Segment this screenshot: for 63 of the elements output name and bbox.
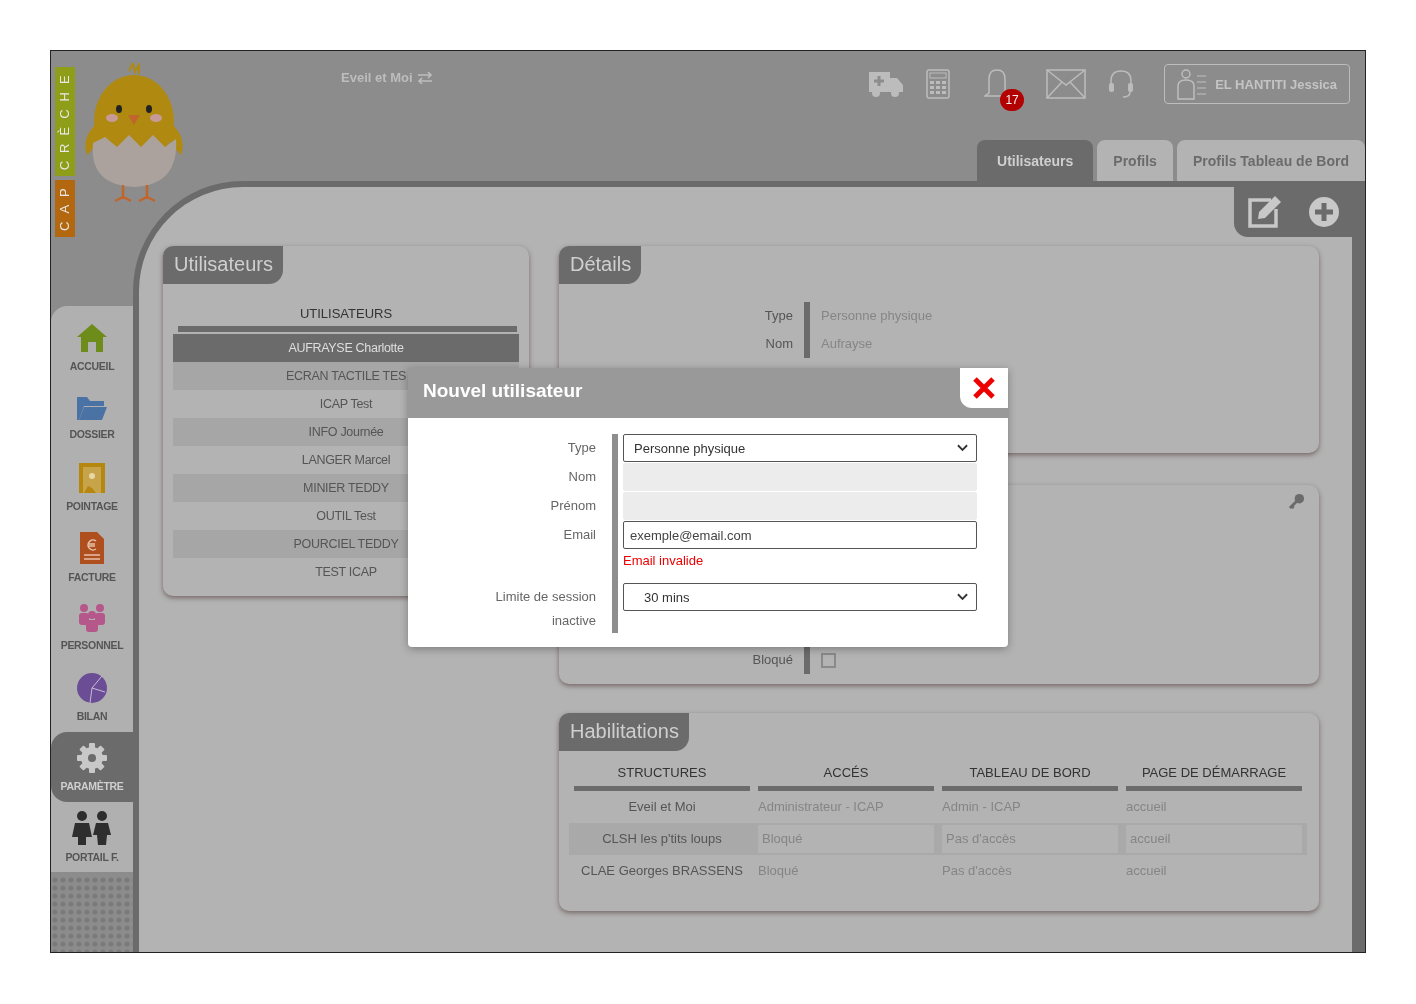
settings-icon [76,742,108,774]
pie-chart-icon [76,672,108,704]
select-field[interactable]: 30 mins [623,583,977,611]
user-icon [1175,68,1208,100]
nav-item[interactable]: PARAMÈTRE [51,732,133,802]
blocked-checkbox[interactable] [821,653,836,669]
user-button[interactable]: EL HANTITI Jessica [1164,64,1350,104]
chevron-icon [957,593,968,601]
error-message: Email invalide [623,553,705,568]
invoice-icon [79,531,105,565]
user-row[interactable]: AUFRAYSE Charlotte [173,334,519,362]
notification-badge: 17 [1000,89,1025,111]
separator-bar [804,646,810,674]
column-header: PAGE DE DÉMARRAGE [1126,765,1302,791]
scrollbar[interactable] [1352,187,1365,952]
nav-item[interactable]: PORTAIL F. [51,802,133,872]
field-label: Type [567,439,596,457]
tab[interactable]: Profils Tableau de Bord [1176,140,1365,181]
table-cell-text: CLSH les p'tits loups [601,830,723,848]
doorway-icon [78,462,106,494]
field-label: Email [563,526,596,544]
house-icon [76,322,108,354]
field-label: Nom [764,335,793,353]
children-icon [71,811,113,845]
select-field[interactable]: Personne physique [623,434,977,462]
field-label: Type [763,307,793,325]
swap-icon [416,71,433,84]
field-label: Bloqué [751,651,793,669]
envelope-icon[interactable] [1046,69,1087,99]
calculator-icon[interactable] [926,69,951,99]
nav-item[interactable]: DOSSIER [51,382,133,452]
nav-item[interactable]: ACCUEIL [51,312,133,382]
column-header: STRUCTURES [574,765,750,791]
card-title: Habilitations [559,713,689,751]
card-title: Détails [559,246,642,284]
logo-word: CAP [55,180,75,237]
nav-item[interactable]: POINTAGE [51,452,133,522]
nav-item[interactable]: BILAN [51,662,133,732]
headset-icon[interactable] [1108,69,1135,99]
column-header: UTILISATEURS [298,306,394,321]
column-header: ACCÉS [758,765,934,791]
key-icon[interactable] [1288,493,1305,510]
input-field[interactable]: exemple@email.com [623,521,977,549]
table-cell-text: CLAE Georges BRASSENS [580,862,744,880]
close-icon [972,376,996,400]
field-label: Limite de session inactive [494,588,596,630]
ambulance-icon[interactable] [868,70,905,98]
logo-word: CRÈCHE [55,67,75,177]
chevron-icon [957,444,968,452]
nav-item[interactable]: PERSONNEL [51,592,133,662]
table-cell-text: Eveil et Moi [627,798,697,816]
nav-item[interactable]: FACTURE [51,522,133,592]
card-title: Utilisateurs [163,246,283,284]
folder-icon [76,394,108,422]
tab[interactable]: Utilisateurs [977,140,1094,181]
field-label: Nom [568,468,596,486]
separator-bar [804,302,810,358]
field-label: Prénom [550,497,596,515]
tab[interactable]: Profils [1097,140,1173,181]
column-header: TABLEAU DE BORD [942,765,1118,791]
add-icon[interactable] [1307,196,1340,228]
close-button[interactable] [960,368,1008,408]
edit-icon[interactable] [1246,195,1283,229]
